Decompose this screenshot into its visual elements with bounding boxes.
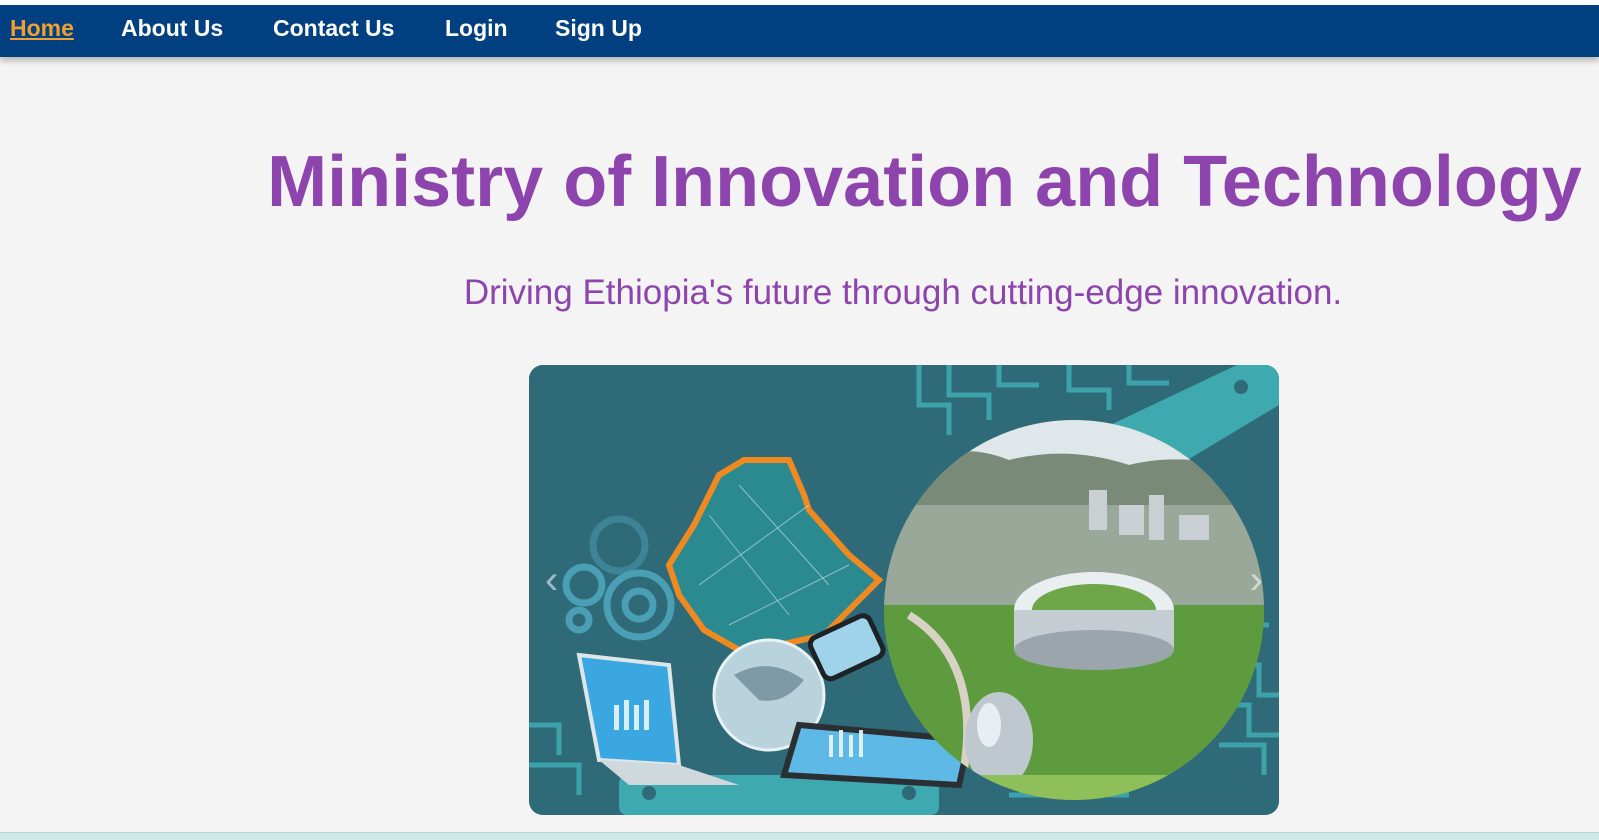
nav-link-login[interactable]: Login [445, 15, 508, 42]
page-title: Ministry of Innovation and Technology [267, 142, 1582, 222]
nav-link-home[interactable]: Home [10, 15, 74, 42]
slide-image [529, 365, 1279, 815]
nav-link-contact-us[interactable]: Contact Us [273, 15, 394, 42]
image-slider[interactable]: ‹ › [529, 365, 1279, 815]
page-subtitle: Driving Ethiopia's future through cuttin… [463, 273, 1343, 312]
chevron-right-icon[interactable]: › [1250, 560, 1263, 600]
chevron-left-icon[interactable]: ‹ [545, 560, 558, 600]
nav-link-about-us[interactable]: About Us [121, 15, 223, 42]
nav-link-sign-up[interactable]: Sign Up [555, 15, 642, 42]
top-navbar: Home About Us Contact Us Login Sign Up [0, 5, 1599, 57]
